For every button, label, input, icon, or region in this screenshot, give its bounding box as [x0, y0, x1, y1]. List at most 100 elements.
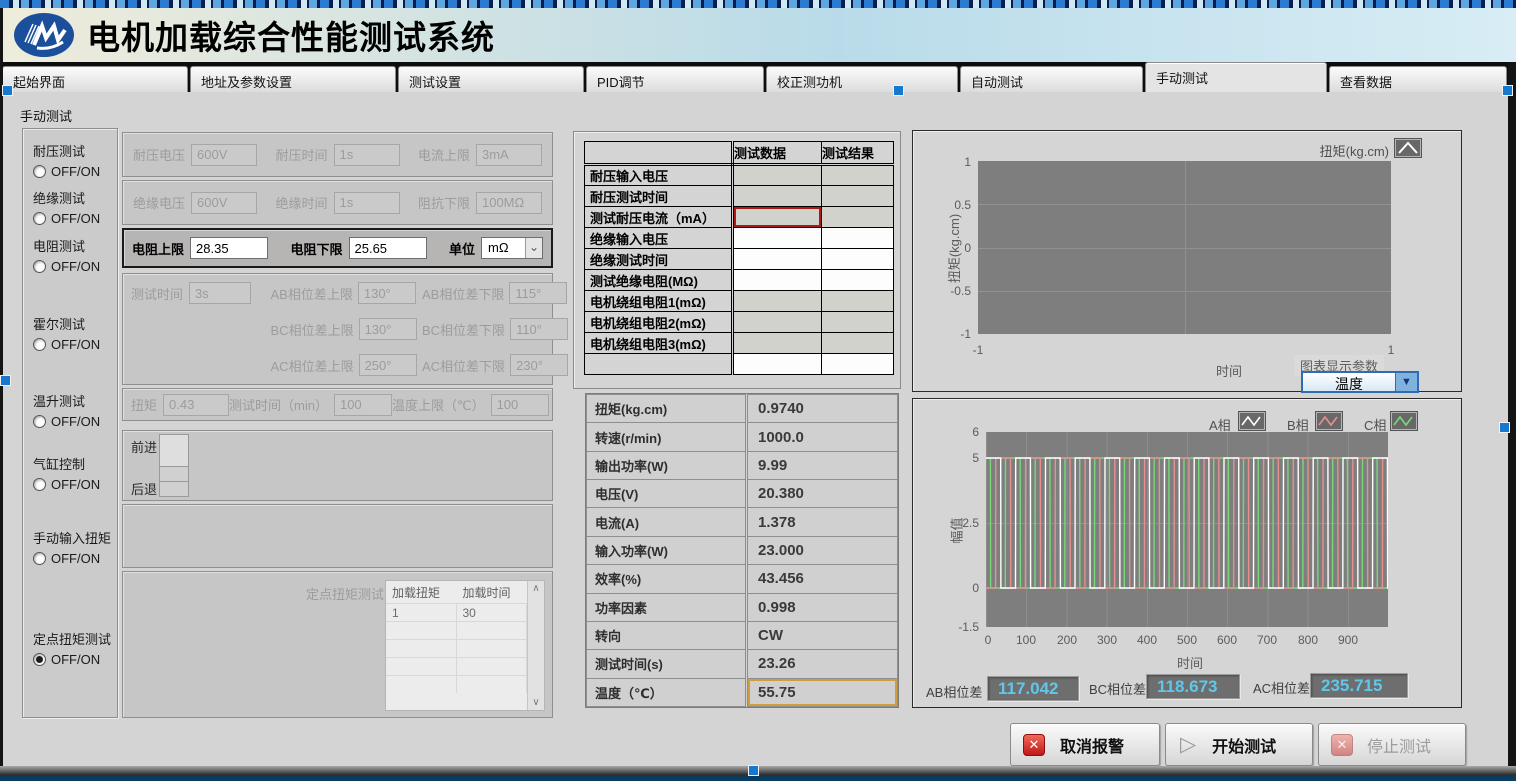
table-row: 测试耐压电流（mA）: [585, 207, 894, 228]
withstand-voltage-field[interactable]: [191, 144, 257, 166]
radio-off-icon[interactable]: [33, 552, 46, 565]
table-row: 电机绕组电阻2(mΩ): [585, 312, 894, 333]
scroll-down-icon[interactable]: ∨: [528, 695, 544, 710]
toggle-hall-test: 霍尔测试 OFF/ON: [33, 314, 100, 352]
radio-off-icon[interactable]: [33, 212, 46, 225]
app-window: 电机加载综合性能测试系统 起始界面 地址及参数设置 测试设置 PID调节 校正测…: [0, 0, 1516, 781]
result-row: 输入功率(W)23.000: [587, 536, 898, 564]
hall-test-panel: 测试时间 AB相位差上限 AB相位差下限 BC相位差上限 BC相位差下限 AC相…: [122, 273, 553, 385]
legend-label: 扭矩(kg.cm): [1320, 141, 1389, 160]
withstand-time-field[interactable]: [334, 144, 400, 166]
table-row: 绝缘测试时间: [585, 249, 894, 270]
ab-phase-upper-field[interactable]: [358, 282, 416, 304]
unit-select[interactable]: mΩ ⌄: [481, 237, 543, 259]
table-row: [386, 639, 527, 657]
temp-rise-panel: 扭矩 测试时间（min） 温度上限（℃）: [122, 388, 553, 421]
table-scrollbar[interactable]: ∧ ∨: [527, 581, 544, 710]
column-header: 测试数据: [733, 142, 822, 165]
chart-display-select[interactable]: 温度 ▼: [1301, 371, 1419, 393]
result-row: 转速(r/min)1000.0: [587, 423, 898, 451]
result-row: 输出功率(W)9.99: [587, 451, 898, 479]
dropdown-arrow-icon[interactable]: ▼: [1395, 373, 1417, 391]
resistance-upper-field[interactable]: [190, 237, 268, 259]
result-row: 温度（℃）55.75: [587, 678, 898, 706]
radio-off-icon[interactable]: [33, 338, 46, 351]
company-logo: [13, 12, 75, 58]
radio-off-icon[interactable]: [33, 260, 46, 273]
table-row: 测试绝缘电阻(MΩ): [585, 270, 894, 291]
title-bar: 电机加载综合性能测试系统: [3, 8, 1516, 62]
insulation-voltage-field[interactable]: [191, 192, 257, 214]
stop-test-button[interactable]: ✕ 停止测试: [1318, 723, 1466, 766]
test-time-min-field[interactable]: [334, 394, 392, 416]
phase-b-series-icon[interactable]: [1316, 412, 1342, 430]
window-top-border: [0, 0, 1516, 8]
toggle-manual-torque: 手动输入扭矩 OFF/ON: [33, 528, 111, 566]
insulation-time-field[interactable]: [334, 192, 400, 214]
tab-view-data[interactable]: 查看数据: [1329, 66, 1507, 92]
torque-series-icon[interactable]: [1395, 139, 1421, 157]
scroll-up-icon[interactable]: ∧: [528, 581, 544, 596]
start-test-button[interactable]: ▷ 开始测试: [1165, 723, 1313, 766]
resistance-lower-field[interactable]: [349, 237, 427, 259]
cancel-alarm-button[interactable]: ✕ 取消报警: [1010, 723, 1160, 766]
phase-c-series-icon[interactable]: [1391, 412, 1417, 430]
test-data-table-panel: 测试数据测试结果 耐压输入电压 耐压测试时间 测试耐压电流（mA） 绝缘输入电压…: [573, 131, 901, 389]
resistance-panel: 电阻上限 电阻下限 单位 mΩ ⌄: [122, 228, 553, 268]
withstand-voltage-panel: 耐压电压 耐压时间 电流上限: [122, 132, 553, 177]
torque-plot-area[interactable]: [978, 161, 1391, 334]
temperature-value: 55.75: [747, 678, 898, 706]
test-toggle-sidebar: 耐压测试 OFF/ON 绝缘测试 OFF/ON 电阻测试 OFF/ON 霍尔测试…: [22, 128, 118, 718]
ac-phase-lower-field[interactable]: [510, 354, 568, 376]
chevron-down-icon[interactable]: ⌄: [525, 238, 542, 258]
table-row: 1 30: [386, 603, 527, 621]
ac-phase-value: 235.715: [1310, 673, 1408, 698]
current-limit-field[interactable]: [476, 144, 542, 166]
fixed-torque-table-label: 定点扭矩测试: [306, 584, 384, 603]
result-row: 电流(A)1.378: [587, 508, 898, 536]
table-row: 电机绕组电阻1(mΩ): [585, 291, 894, 312]
ab-phase-value: 117.042: [987, 676, 1079, 701]
slider-handle[interactable]: [159, 434, 189, 467]
tab-test-settings[interactable]: 测试设置: [398, 66, 584, 92]
table-row: [386, 621, 527, 639]
tab-pid[interactable]: PID调节: [586, 66, 764, 92]
phase-a-series-icon[interactable]: [1239, 412, 1265, 430]
tab-manual-test[interactable]: 手动测试: [1145, 62, 1327, 92]
stop-x-icon: ✕: [1331, 734, 1353, 756]
x-axis-label: 时间: [1177, 653, 1203, 672]
radio-on-icon[interactable]: [33, 653, 46, 666]
table-row: [386, 675, 527, 693]
radio-off-icon[interactable]: [33, 415, 46, 428]
radio-off-icon[interactable]: [33, 478, 46, 491]
tab-auto-test[interactable]: 自动测试: [960, 66, 1143, 92]
cylinder-slider[interactable]: [159, 434, 189, 497]
selection-handle: [1499, 422, 1510, 433]
alarm-x-icon: ✕: [1023, 734, 1045, 756]
fixed-torque-table[interactable]: 加载扭矩 加载时间 1 30 ∧ ∨: [385, 580, 545, 711]
bc-phase-lower-field[interactable]: [510, 318, 568, 340]
ac-phase-upper-field[interactable]: [359, 354, 417, 376]
toggle-fixed-torque-test: 定点扭矩测试 OFF/ON: [33, 629, 111, 667]
test-data-table: 测试数据测试结果 耐压输入电压 耐压测试时间 测试耐压电流（mA） 绝缘输入电压…: [584, 141, 894, 375]
tab-address-params[interactable]: 地址及参数设置: [190, 66, 396, 92]
column-header: 加载时间: [457, 581, 528, 603]
impedance-limit-field[interactable]: [476, 192, 542, 214]
hall-test-time-field[interactable]: [189, 282, 251, 304]
temp-limit-field[interactable]: [491, 394, 549, 416]
selection-handle: [893, 85, 904, 96]
tab-start-screen[interactable]: 起始界面: [2, 66, 188, 92]
column-header: 测试结果: [822, 142, 894, 165]
torque-chart-panel: 扭矩(kg.cm) 1 0.5 0 -0.5 -1 扭矩(kg.cm) -1 1…: [912, 130, 1462, 392]
torque-field[interactable]: [163, 394, 229, 416]
tab-bar: 起始界面 地址及参数设置 测试设置 PID调节 校正测功机 自动测试 手动测试 …: [0, 62, 1516, 92]
app-title: 电机加载综合性能测试系统: [87, 11, 495, 59]
radio-off-icon[interactable]: [33, 165, 46, 178]
ab-phase-lower-field[interactable]: [509, 282, 567, 304]
result-row: 转向CW: [587, 621, 898, 649]
tab-calibrate-dyno[interactable]: 校正测功机: [766, 66, 958, 92]
measurement-results-panel: 扭矩(kg.cm)0.9740 转速(r/min)1000.0 输出功率(W)9…: [585, 393, 899, 708]
phase-plot-area[interactable]: [986, 432, 1388, 627]
bc-phase-upper-field[interactable]: [359, 318, 417, 340]
table-row: 耐压测试时间: [585, 186, 894, 207]
